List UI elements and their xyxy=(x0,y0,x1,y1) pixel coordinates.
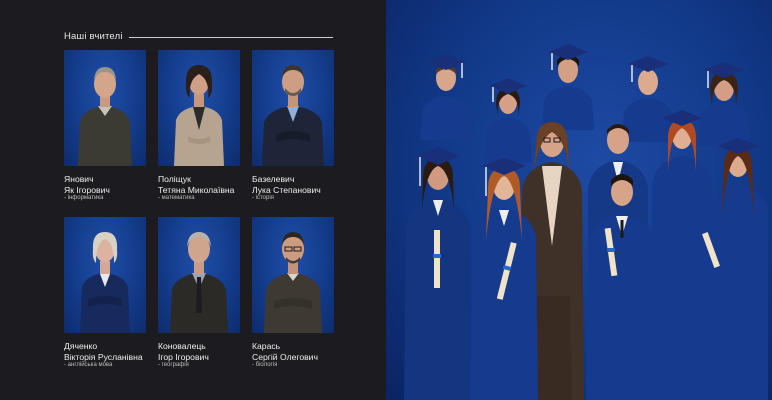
teacher-photo xyxy=(64,50,146,166)
teachers-panel: Наші вчителі Янович Як Ігорович - інформ… xyxy=(0,0,386,400)
teacher-photo xyxy=(252,217,334,333)
teacher-given-name: Лука Степанович xyxy=(252,184,321,195)
teacher-photo xyxy=(252,50,334,166)
teacher-surname: Базелевич xyxy=(252,174,295,184)
group-photo-illustration xyxy=(404,44,768,400)
teacher-photo xyxy=(64,217,146,333)
teacher-subject: - історія xyxy=(252,195,274,201)
teacher-subject: - біологія xyxy=(252,362,278,368)
teacher-name: Карась Сергій Олегович xyxy=(252,341,362,362)
teacher-surname: Карась xyxy=(252,341,281,351)
section-title: Наші вчителі xyxy=(64,31,123,42)
title-divider xyxy=(129,37,333,38)
back-row xyxy=(420,44,750,162)
teacher-given-name: Сергій Олегович xyxy=(252,351,318,362)
graduates-group-photo xyxy=(386,0,772,400)
teacher-name: Базелевич Лука Степанович xyxy=(252,174,362,195)
teacher-photo xyxy=(158,217,240,333)
teacher-photo xyxy=(158,50,240,166)
